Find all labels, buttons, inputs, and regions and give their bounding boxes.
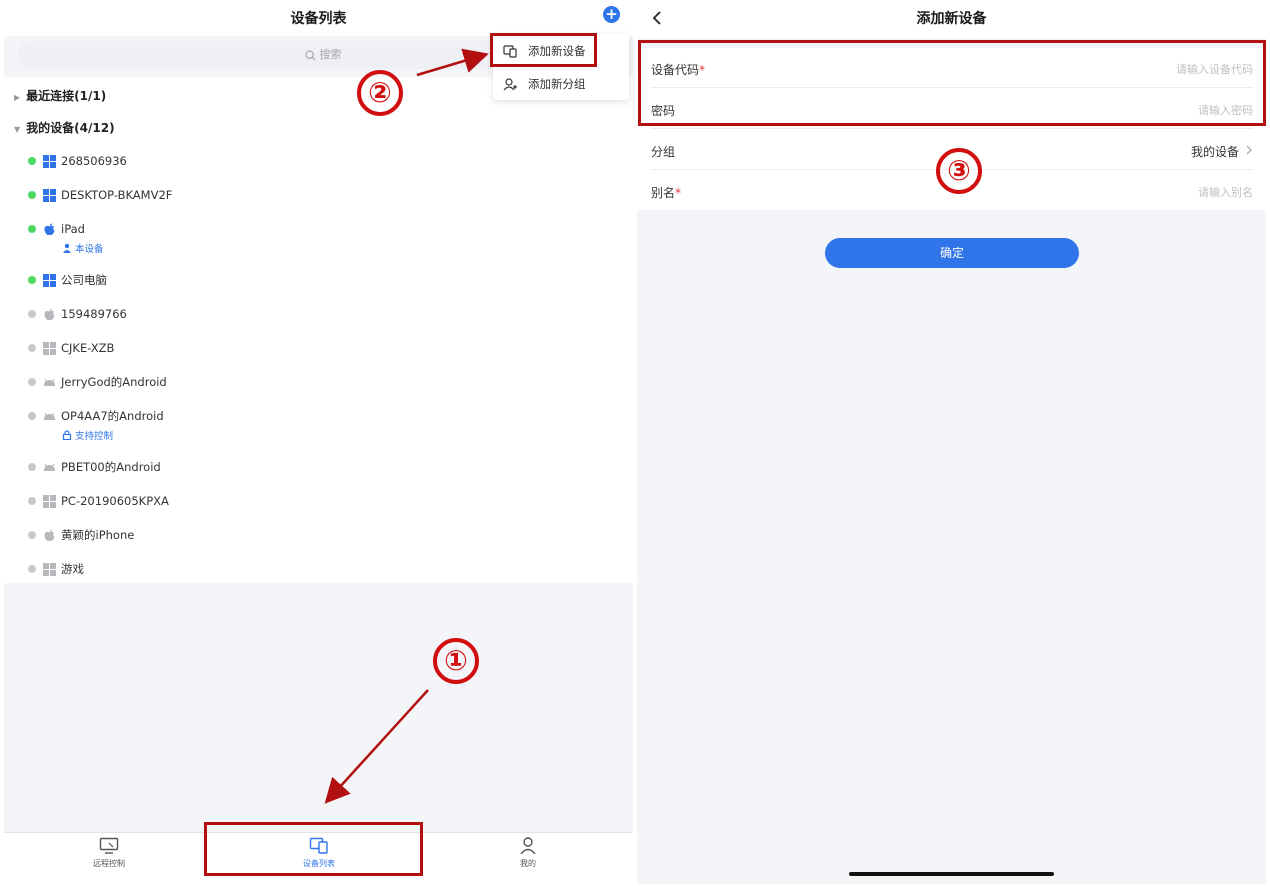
android-icon: [44, 412, 55, 420]
android-icon: [44, 378, 55, 386]
device-item[interactable]: 268506936: [28, 152, 127, 170]
alias-placeholder: 请输入别名: [1198, 186, 1253, 199]
user-icon: [63, 243, 71, 253]
status-dot: [28, 225, 36, 233]
step-2-badge: ②: [357, 70, 403, 116]
device-name: 黄颖的iPhone: [61, 528, 135, 542]
nav-bar: 设备列表 +: [4, 0, 633, 36]
device-name: PC-20190605KPXA: [61, 494, 169, 508]
device-item[interactable]: 公司电脑: [28, 271, 107, 289]
device-name: CJKE-XZB: [61, 341, 115, 355]
apple-icon: [44, 223, 55, 235]
android-icon: [44, 463, 55, 471]
device-item[interactable]: OP4AA7的Android: [28, 407, 164, 425]
device-item[interactable]: PC-20190605KPXA: [28, 492, 169, 510]
chevron-right-icon: [1246, 145, 1252, 155]
highlight-add-device: [490, 33, 597, 67]
device-item[interactable]: 159489766: [28, 305, 127, 323]
expand-arrow-icon: ▼: [14, 125, 21, 134]
windows-icon: [43, 494, 56, 508]
apple-icon: [44, 308, 55, 320]
status-dot: [28, 463, 36, 471]
status-dot: [28, 497, 36, 505]
windows-icon: [43, 154, 56, 168]
status-dot: [28, 276, 36, 284]
add-device-screen: 添加新设备 设备代码* 请输入设备代码 密码 请输入密码 分组 我的设备 别名*…: [637, 0, 1266, 884]
user-icon: [520, 837, 536, 855]
windows-icon: [43, 188, 56, 202]
device-list: ▶ 最近连接(1/1) ▼ 我的设备(4/12) 268506936 DESKTOP-…: [4, 77, 633, 583]
device-name: OP4AA7的Android: [61, 409, 164, 423]
device-list-screen: 设备列表 + 搜索 ▶ 最近连接(1/1) ▼ 我的设备(4/12) 2685069…: [4, 0, 633, 884]
device-name: PBET00的Android: [61, 460, 161, 474]
windows-icon: [43, 341, 56, 355]
monitor-icon: [99, 837, 119, 854]
status-dot: [28, 531, 36, 539]
add-user-icon: [503, 77, 517, 90]
device-item[interactable]: PBET00的Android: [28, 458, 161, 476]
status-dot: [28, 191, 36, 199]
status-dot: [28, 378, 36, 386]
group-recent[interactable]: ▶ 最近连接(1/1): [14, 87, 106, 104]
add-plus-button[interactable]: +: [603, 6, 620, 23]
device-name: 268506936: [61, 154, 127, 168]
confirm-button[interactable]: 确定: [825, 238, 1079, 268]
device-tag: 本设备: [62, 241, 104, 255]
device-item[interactable]: iPad: [28, 220, 85, 238]
page-title: 设备列表: [290, 11, 347, 27]
lock-icon: [62, 430, 72, 440]
highlight-form-fields: [638, 40, 1266, 126]
search-placeholder: 搜索: [319, 48, 342, 61]
step-3-badge: ③: [936, 148, 982, 194]
nav-bar: 添加新设备: [637, 0, 1266, 38]
status-dot: [28, 344, 36, 352]
windows-icon: [43, 562, 56, 576]
home-indicator: [849, 872, 1054, 876]
highlight-device-tab: [204, 822, 423, 876]
device-name: iPad: [61, 222, 85, 236]
group-my-devices[interactable]: ▼ 我的设备(4/12): [14, 119, 115, 136]
device-item[interactable]: DESKTOP-BKAMV2F: [28, 186, 172, 204]
device-name: DESKTOP-BKAMV2F: [61, 188, 173, 202]
search-icon: [304, 49, 316, 61]
device-item[interactable]: CJKE-XZB: [28, 339, 114, 357]
status-dot: [28, 310, 36, 318]
step-1-badge: ①: [433, 638, 479, 684]
status-dot: [28, 565, 36, 573]
status-dot: [28, 412, 36, 420]
device-tag: 支持控制: [62, 428, 113, 442]
windows-icon: [43, 273, 56, 287]
status-dot: [28, 157, 36, 165]
device-item[interactable]: 黄颖的iPhone: [28, 526, 134, 544]
device-item[interactable]: JerryGod的Android: [28, 373, 167, 391]
collapse-arrow-icon: ▶: [14, 93, 21, 102]
page-title: 添加新设备: [916, 11, 987, 27]
device-name: JerryGod的Android: [61, 375, 167, 389]
device-name: 公司电脑: [61, 273, 107, 287]
device-name: 游戏: [61, 562, 84, 576]
tab-me[interactable]: 我的: [478, 837, 578, 869]
group-value: 我的设备: [1190, 145, 1239, 159]
device-name: 159489766: [61, 307, 127, 321]
tab-remote-control[interactable]: 远程控制: [59, 837, 159, 869]
apple-icon: [44, 529, 55, 541]
device-item[interactable]: 游戏: [28, 560, 84, 578]
menu-item-add-group[interactable]: 添加新分组: [503, 76, 586, 92]
